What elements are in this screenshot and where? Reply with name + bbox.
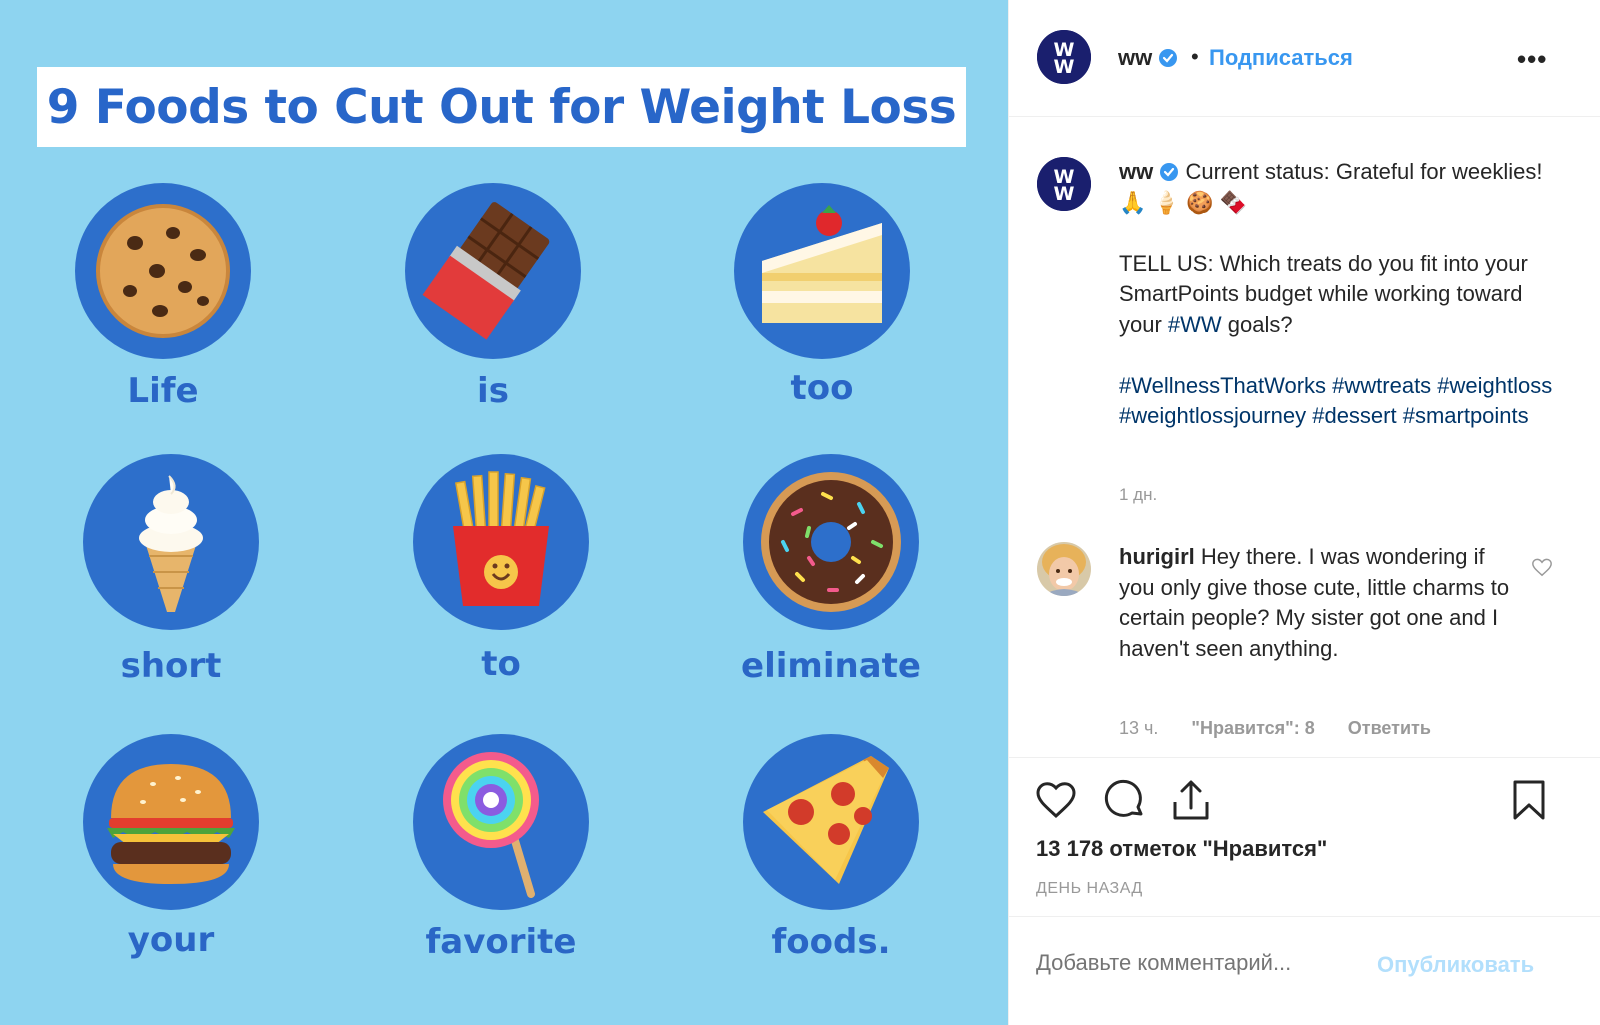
separator-dot: • bbox=[1191, 44, 1199, 69]
chocolate-bar-icon bbox=[405, 183, 581, 359]
comment-timestamp[interactable]: 13 ч. bbox=[1119, 718, 1158, 738]
food-word: short bbox=[120, 646, 222, 686]
caption-timestamp[interactable]: 1 дн. bbox=[1119, 485, 1157, 505]
comment-bubble-icon[interactable] bbox=[1103, 778, 1147, 822]
username-text: ww bbox=[1118, 45, 1153, 70]
bookmark-icon[interactable] bbox=[1507, 778, 1551, 822]
post-date[interactable]: ДЕНЬ НАЗАД bbox=[1036, 880, 1143, 898]
publish-button[interactable]: Опубликовать bbox=[1377, 952, 1534, 978]
ww-logo-icon: W W bbox=[1037, 157, 1091, 211]
hashtag-link[interactable]: #WW bbox=[1168, 312, 1222, 337]
food-cell-donut: eliminate bbox=[741, 454, 921, 686]
pizza-icon bbox=[743, 734, 919, 910]
svg-text:W: W bbox=[1054, 56, 1075, 78]
food-word: is bbox=[477, 371, 509, 411]
donut-icon bbox=[743, 454, 919, 630]
caption-line1: ww Current status: Grateful for weeklies… bbox=[1119, 157, 1559, 218]
comment-heart-icon[interactable] bbox=[1531, 556, 1553, 578]
caption-username[interactable]: ww bbox=[1119, 159, 1153, 184]
image-title-box: 9 Foods to Cut Out for Weight Loss bbox=[37, 67, 966, 147]
post-actions: 13 178 отметок "Нравится" ДЕНЬ НАЗАД bbox=[1009, 757, 1600, 917]
caption-status-text: Current status: Grateful for weeklies! 🙏… bbox=[1119, 159, 1543, 215]
post-header: W W ww • Подписаться ••• bbox=[1009, 0, 1600, 117]
likes-count[interactable]: 13 178 отметок "Нравится" bbox=[1036, 836, 1327, 862]
food-word: favorite bbox=[425, 922, 577, 962]
post-side-panel: W W ww • Подписаться ••• W W ww Current … bbox=[1008, 0, 1600, 1025]
lollipop-icon bbox=[413, 734, 589, 910]
food-word: foods. bbox=[771, 922, 891, 962]
food-word: your bbox=[127, 920, 215, 960]
burger-icon bbox=[83, 734, 259, 910]
food-cell-pizza: foods. bbox=[743, 734, 919, 962]
food-word: eliminate bbox=[741, 646, 921, 686]
food-cell-fries: to bbox=[413, 454, 589, 684]
more-options-icon[interactable]: ••• bbox=[1517, 44, 1547, 75]
food-cell-cake: too bbox=[734, 183, 910, 408]
post-caption: ww Current status: Grateful for weeklies… bbox=[1119, 157, 1559, 432]
food-cell-burger: your bbox=[83, 734, 259, 960]
ww-logo-icon: W W bbox=[1037, 30, 1091, 84]
food-cell-lollipop: favorite bbox=[413, 734, 589, 962]
food-word: to bbox=[481, 644, 521, 684]
food-cell-cookie: Life bbox=[75, 183, 251, 411]
caption-avatar[interactable]: W W bbox=[1037, 157, 1091, 211]
comment-username[interactable]: hurigirl bbox=[1119, 544, 1195, 569]
food-cell-softserve: short bbox=[83, 454, 259, 686]
comment-meta: 13 ч. "Нравится": 8 Ответить bbox=[1119, 718, 1459, 739]
image-title: 9 Foods to Cut Out for Weight Loss bbox=[46, 79, 957, 135]
like-heart-icon[interactable] bbox=[1034, 778, 1078, 822]
cookie-icon bbox=[75, 183, 251, 359]
comment: hurigirl Hey there. I was wondering if y… bbox=[1119, 542, 1519, 664]
food-word: too bbox=[790, 368, 854, 408]
post-image[interactable]: 9 Foods to Cut Out for Weight Loss Life bbox=[0, 0, 1008, 1025]
add-comment-input[interactable] bbox=[1036, 950, 1346, 976]
comment-likes-count[interactable]: "Нравится": 8 bbox=[1191, 718, 1314, 738]
verified-badge-icon bbox=[1159, 49, 1178, 67]
reply-button[interactable]: Ответить bbox=[1348, 718, 1431, 738]
caption-hashtags[interactable]: #WellnessThatWorks #wwtreats #weightloss… bbox=[1119, 371, 1559, 432]
verified-badge-icon bbox=[1160, 163, 1179, 181]
cake-icon bbox=[734, 183, 910, 359]
soft-serve-icon bbox=[83, 454, 259, 630]
fries-icon bbox=[413, 454, 589, 630]
share-icon[interactable] bbox=[1169, 778, 1213, 822]
svg-text:W: W bbox=[1054, 183, 1075, 205]
header-username[interactable]: ww bbox=[1118, 45, 1178, 71]
follow-button[interactable]: Подписаться bbox=[1209, 45, 1353, 71]
caption-question: TELL US: Which treats do you fit into yo… bbox=[1119, 249, 1559, 341]
food-word: Life bbox=[127, 371, 199, 411]
food-cell-chocolate: is bbox=[405, 183, 581, 411]
avatar[interactable]: W W bbox=[1037, 30, 1091, 84]
commenter-avatar[interactable] bbox=[1037, 542, 1091, 596]
caption-question-end: goals? bbox=[1221, 311, 1293, 337]
